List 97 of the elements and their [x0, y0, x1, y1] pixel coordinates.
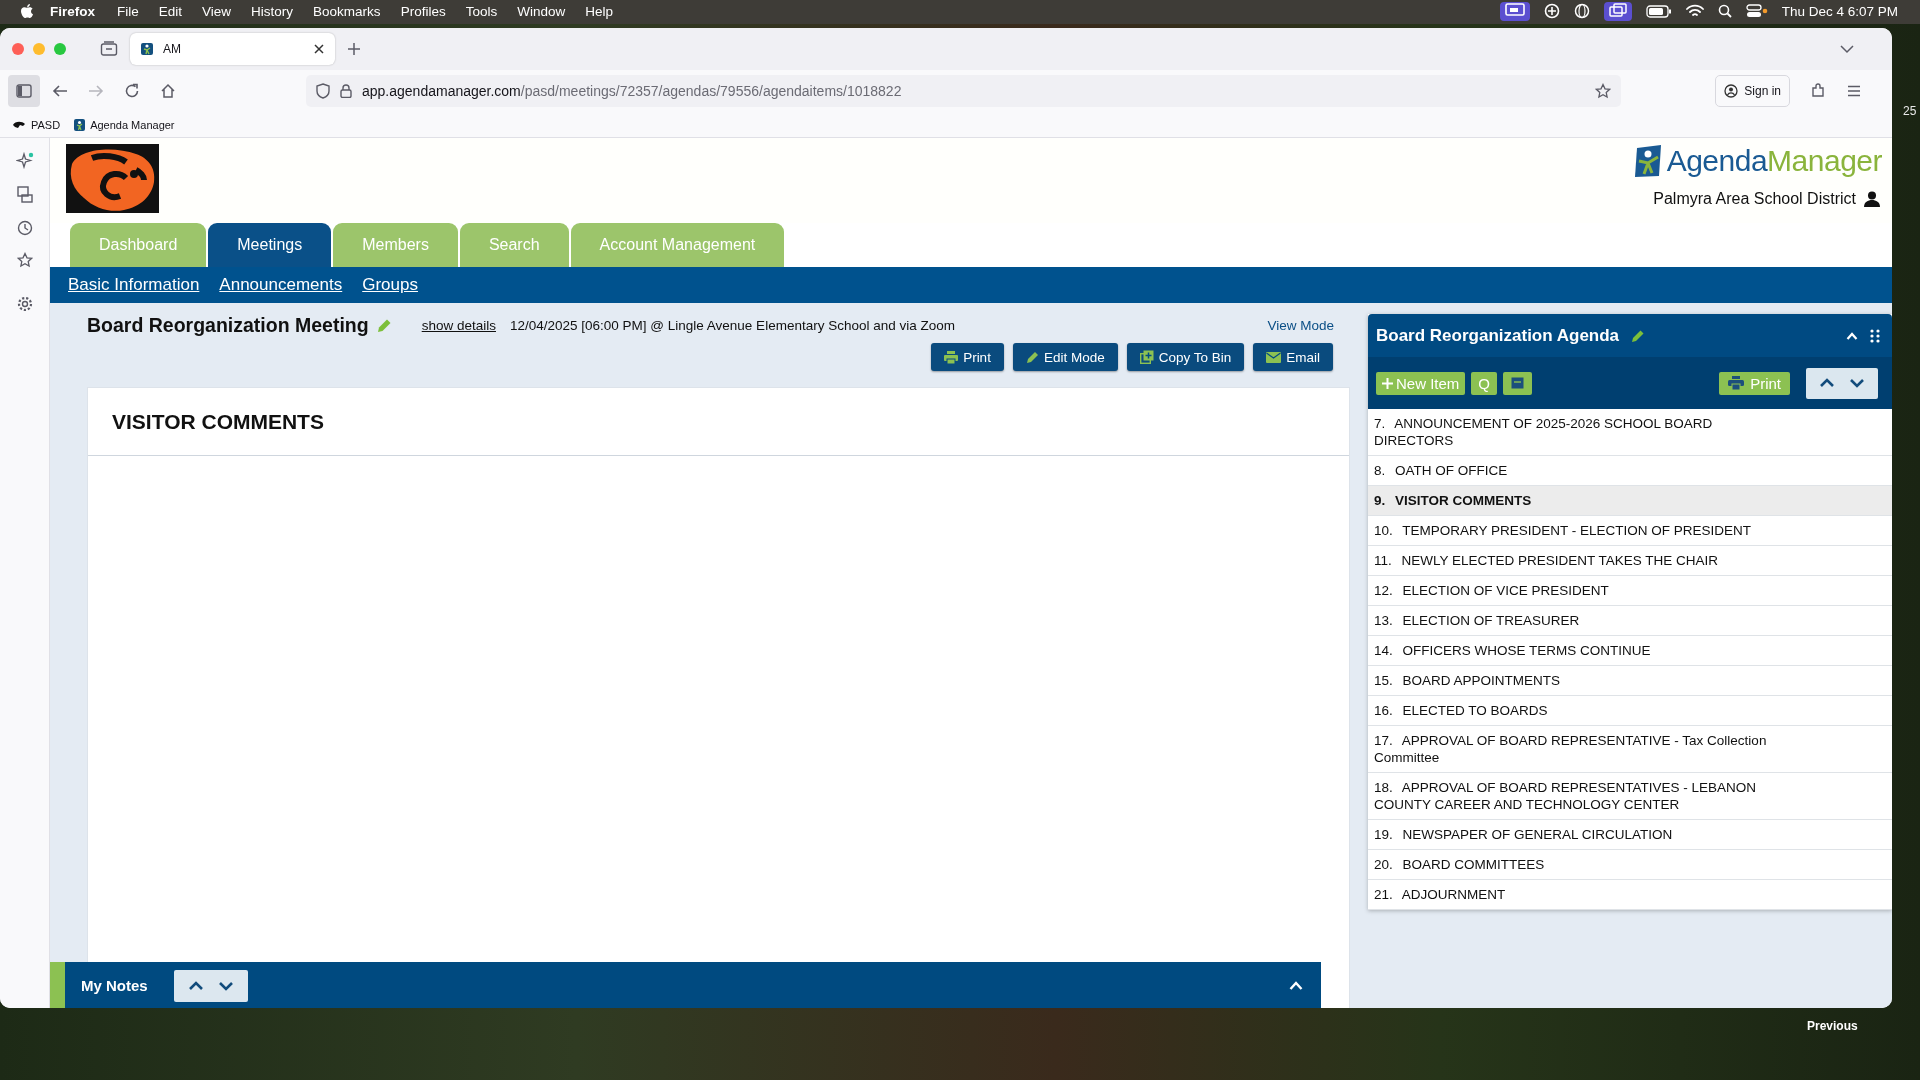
chevron-down-icon	[1848, 378, 1865, 388]
home-icon[interactable]	[160, 83, 176, 99]
menu-item[interactable]: Window	[507, 3, 576, 19]
tab-overview-icon[interactable]	[100, 41, 118, 57]
wifi-icon[interactable]	[1685, 4, 1704, 18]
menu-item[interactable]: File	[107, 3, 149, 19]
close-icon[interactable]	[313, 43, 325, 55]
agenda-item[interactable]: 9. VISITOR COMMENTS	[1368, 486, 1892, 516]
battery-icon[interactable]	[1645, 4, 1672, 18]
print-button[interactable]: Print	[931, 343, 1004, 371]
shield-icon[interactable]	[316, 83, 330, 99]
show-details-link[interactable]: show details	[421, 317, 496, 333]
envelope-icon	[1266, 351, 1282, 363]
address-bar[interactable]: app.agendamanager.com/pasd/meetings/72357/agendas/79556/agendaitems/1018822	[306, 75, 1621, 107]
agenda-title: Board Reorganization Agenda	[1376, 325, 1620, 346]
back-icon[interactable]	[52, 84, 68, 98]
plus-icon	[1382, 377, 1393, 389]
settings-icon[interactable]	[16, 296, 33, 312]
sign-in-button[interactable]: Sign in	[1715, 75, 1790, 107]
agenda-item[interactable]: 12. ELECTION OF VICE PRESIDENT	[1368, 576, 1892, 606]
agenda-item[interactable]: 15. BOARD APPOINTMENTS	[1368, 666, 1892, 696]
browser-tab[interactable]: AM	[130, 33, 335, 65]
agenda-item[interactable]: 16. ELECTED TO BOARDS	[1368, 696, 1892, 726]
menu-item[interactable]: View	[192, 3, 242, 19]
new-tab-icon[interactable]	[347, 42, 361, 56]
sub-nav-link[interactable]: Basic Information	[68, 275, 200, 295]
notes-title: My Notes	[81, 977, 148, 994]
pencil-icon	[1025, 350, 1039, 364]
brand-logo[interactable]: AgendaManager	[1630, 144, 1882, 178]
agenda-item[interactable]: 11. NEWLY ELECTED PRESIDENT TAKES THE CHAIR	[1368, 546, 1892, 576]
drag-handle-icon[interactable]	[1870, 328, 1880, 343]
account-icon	[1724, 84, 1739, 98]
agenda-item[interactable]: 14. OFFICERS WHOSE TERMS CONTINUE	[1368, 636, 1892, 666]
nav-tab[interactable]: Meetings	[208, 223, 332, 267]
reload-icon[interactable]	[124, 83, 140, 99]
agenda-item[interactable]: 19. NEWSPAPER OF GENERAL CIRCULATION	[1368, 820, 1892, 850]
copy-button[interactable]: Copy To Bin	[1126, 343, 1245, 371]
chevron-up-icon	[187, 980, 204, 991]
screen-mirroring-icon[interactable]	[1504, 2, 1525, 17]
sparkle-icon[interactable]	[15, 152, 34, 170]
expand-icon[interactable]	[1289, 981, 1303, 990]
sub-nav-link[interactable]: Announcements	[219, 275, 343, 295]
favicon-icon	[74, 118, 86, 131]
sub-nav-link[interactable]: Groups	[362, 275, 418, 295]
sidebar-icon	[16, 84, 32, 98]
control-center-icon[interactable]	[1745, 4, 1768, 18]
bookmark-link[interactable]: PASD	[12, 118, 61, 131]
agenda-item[interactable]: 7. ANNOUNCEMENT OF 2025-2026 SCHOOL BOARD DIRECTORS	[1368, 409, 1892, 456]
agenda-item[interactable]: 13. ELECTION OF TREASURER	[1368, 606, 1892, 636]
bin-icon	[1511, 377, 1525, 389]
item-heading: VISITOR COMMENTS	[88, 388, 1349, 456]
reorder-buttons[interactable]	[1806, 367, 1878, 399]
windows-icon[interactable]	[1608, 2, 1627, 17]
copy-icon	[1139, 350, 1154, 364]
lock-icon	[340, 84, 352, 98]
menu-item[interactable]: Bookmarks	[303, 3, 391, 19]
apple-logo-icon	[20, 3, 34, 19]
agenda-item[interactable]: 21. ADJOURNMENT	[1368, 880, 1892, 910]
search-icon[interactable]	[1717, 4, 1732, 18]
window-close-button[interactable]	[12, 43, 24, 55]
history-icon[interactable]	[16, 220, 33, 236]
agenda-item[interactable]: 20. BOARD COMMITTEES	[1368, 850, 1892, 880]
previous-label[interactable]: Previous	[1807, 1019, 1858, 1033]
collapse-icon[interactable]	[1846, 331, 1858, 340]
extensions-icon[interactable]	[1810, 83, 1826, 99]
menu-item[interactable]: Edit	[148, 3, 193, 19]
menu-item[interactable]: Help	[575, 3, 623, 19]
chevron-up-icon	[1819, 378, 1836, 388]
bookmark-star-icon[interactable]	[1595, 83, 1611, 99]
meeting-title: Board Reorganization Meeting	[87, 313, 369, 337]
menu-bar-clock[interactable]: Thu Dec 4 6:07 PM	[1781, 3, 1898, 19]
bookmarks-star-icon[interactable]	[16, 252, 33, 268]
notes-reorder-buttons[interactable]	[173, 969, 248, 1002]
meeting-details: 12/04/2025 [06:00 PM] @ Lingle Avenue Elementary School and via Zoom	[510, 317, 955, 333]
menu-item[interactable]: Profiles	[390, 3, 456, 19]
user-icon[interactable]	[1864, 191, 1880, 207]
edit-button[interactable]: Edit Mode	[1012, 343, 1118, 371]
email-button[interactable]: Email	[1253, 343, 1333, 371]
organization-name: Palmyra Area School District	[1653, 190, 1856, 208]
tab-list-icon[interactable]	[1840, 44, 1854, 54]
menu-icon[interactable]	[1847, 85, 1861, 97]
globe-icon[interactable]	[1573, 3, 1590, 19]
agenda-item[interactable]: 17. APPROVAL OF BOARD REPRESENTATIVE - Tax Collection Committee	[1368, 726, 1892, 773]
chevron-down-icon	[217, 980, 234, 991]
menu-item[interactable]: History	[241, 3, 304, 19]
bookmark-link[interactable]: Agenda Manager	[74, 118, 175, 131]
favicon-icon	[140, 42, 154, 56]
printer-icon	[1728, 376, 1745, 390]
desktop-text: 25	[1903, 104, 1917, 118]
app-menu[interactable]: Firefox	[34, 3, 107, 19]
sidebar-toggle-button[interactable]	[8, 75, 40, 107]
agenda-item[interactable]: 10. TEMPORARY PRESIDENT - ELECTION OF PRESIDENT	[1368, 516, 1892, 546]
menu-item[interactable]: Tools	[455, 3, 508, 19]
agenda-item[interactable]: 18. APPROVAL OF BOARD REPRESENTATIVES - LEBANON COUNTY CAREER AND TECHNOLOGY CENTER	[1368, 773, 1892, 820]
view-mode-link[interactable]: View Mode	[1267, 317, 1334, 333]
pencil-icon[interactable]	[1631, 328, 1646, 343]
printer-icon	[944, 350, 959, 364]
